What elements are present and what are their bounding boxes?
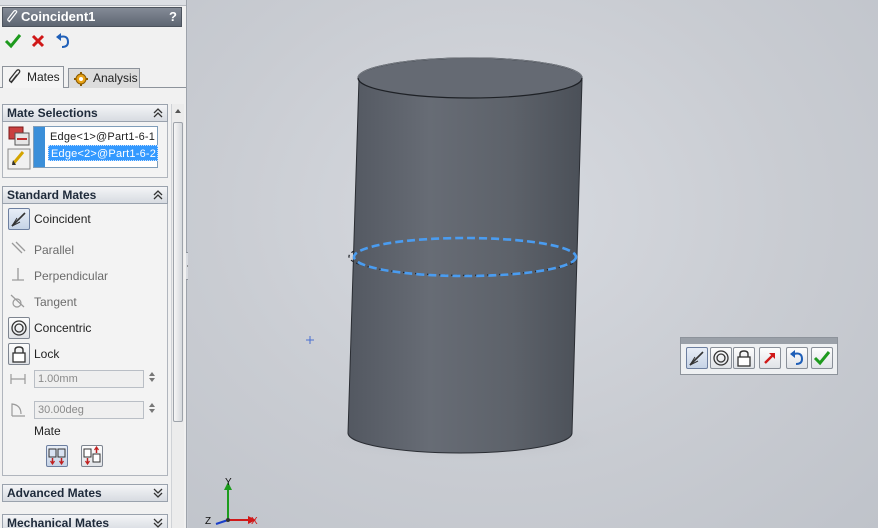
panel-title: Coincident1 [21,9,96,24]
scroll-up-arrow-icon[interactable] [175,109,181,113]
lock-icon [8,343,30,365]
lock-icon [737,350,751,367]
selection-indicator-bar [34,127,45,167]
model-scene [215,57,607,525]
mate-popup-toolbar [680,337,838,375]
parallel-icon [8,239,30,261]
panel-title-bar: Coincident1 ? [2,7,182,27]
action-buttons [2,32,182,54]
mate-lock[interactable]: Lock [8,343,164,365]
list-item[interactable]: Edge<1>@Part1-6-1 [48,129,158,145]
tab-analysis[interactable]: Analysis [68,68,140,88]
mate-alignment-label: Mate [34,424,61,438]
concentric-icon [8,317,30,339]
popup-ok-button[interactable] [811,347,833,369]
coordinate-triad [215,482,256,525]
check-icon [813,351,831,366]
graphics-viewport[interactable]: Y X Z [188,0,878,528]
tangent-icon [8,291,30,313]
mate-coincident[interactable]: Coincident [8,208,164,230]
tab-analysis-label: Analysis [93,71,138,85]
collapse-chevron-icon [153,190,163,200]
cancel-button[interactable] [29,32,49,52]
coincident-icon [8,208,30,230]
advanced-mates-header[interactable]: Advanced Mates [2,484,168,502]
aligned-icon [48,448,66,466]
paperclip-icon [7,10,18,23]
triad-y-label: Y [225,477,232,488]
distance-icon [10,374,26,384]
tab-mates-label: Mates [27,70,60,84]
close-icon [31,34,45,48]
undo-icon [56,33,70,48]
origin-cross-marker [306,336,314,344]
expand-chevron-icon [153,518,163,528]
mate-label: Lock [34,347,60,361]
tab-mates[interactable]: Mates [2,66,64,88]
mate-selections-header[interactable]: Mate Selections [2,104,168,122]
perpendicular-icon [8,265,30,287]
help-button[interactable]: ? [169,8,177,26]
flip-alignment-icon [764,353,775,364]
popup-concentric-button[interactable] [710,347,732,369]
mate-perpendicular[interactable]: Perpendicular [8,265,164,287]
anti-aligned-icon [83,445,101,466]
ok-button[interactable] [4,32,24,52]
check-icon [4,34,22,49]
angle-field[interactable]: 30.00deg [34,401,144,419]
triad-x-label: X [251,516,258,527]
cylinder-part[interactable] [347,57,583,454]
expand-chevron-icon [153,488,163,498]
toolbar-grip[interactable] [681,338,837,344]
mechanical-mates-title: Mechanical Mates [7,516,110,528]
coincident-icon [689,351,704,366]
concentric-icon [713,350,729,366]
popup-lock-button[interactable] [733,347,755,369]
mate-concentric[interactable]: Concentric [8,317,164,339]
mate-selection-list[interactable]: Edge<1>@Part1-6-1 Edge<2>@Part1-6-2 [33,126,158,168]
mate-entities-icon [8,126,30,146]
standard-mates-title: Standard Mates [7,188,97,202]
collapse-chevron-icon [153,108,163,118]
mechanical-mates-header[interactable]: Mechanical Mates [2,514,168,528]
panel-scroll-area: Mate Selections Edge<1>@Part1-6-1 Edge<2… [0,100,186,528]
aligned-button[interactable] [46,445,68,467]
angle-spinner[interactable] [147,401,157,419]
property-manager-panel: Coincident1 ? Mates Analysis Mate Select… [0,0,187,528]
distance-spinner[interactable] [147,370,157,388]
popup-coincident-button[interactable] [686,347,708,369]
mate-label: Coincident [34,212,91,226]
mate-parallel[interactable]: Parallel [8,239,164,261]
panel-scrollbar[interactable] [171,104,184,528]
anti-aligned-button[interactable] [81,445,103,467]
mate-label: Parallel [34,243,75,257]
panel-tabs: Mates Analysis [0,66,186,88]
angle-icon [11,403,25,417]
popup-undo-button[interactable] [786,347,808,369]
standard-mates-header[interactable]: Standard Mates [2,186,168,204]
mate-tangent[interactable]: Tangent [8,291,164,313]
mate-label: Perpendicular [34,269,109,283]
advanced-mates-title: Advanced Mates [7,486,102,500]
undo-button[interactable] [54,32,74,52]
undo-icon [790,350,804,365]
panel-top-strip [0,0,186,6]
mate-label: Concentric [34,321,92,335]
popup-flip-alignment-button[interactable] [759,347,781,369]
mate-selection-clear-icon[interactable] [7,148,31,170]
mate-selections-title: Mate Selections [7,106,98,120]
distance-field[interactable]: 1.00mm [34,370,144,388]
paperclip-icon [8,69,21,84]
triad-z-label: Z [205,516,212,527]
mate-label: Tangent [34,295,77,309]
scrollbar-thumb[interactable] [173,122,183,422]
list-item-selected[interactable]: Edge<2>@Part1-6-2 [48,145,158,161]
gear-icon [74,72,88,86]
